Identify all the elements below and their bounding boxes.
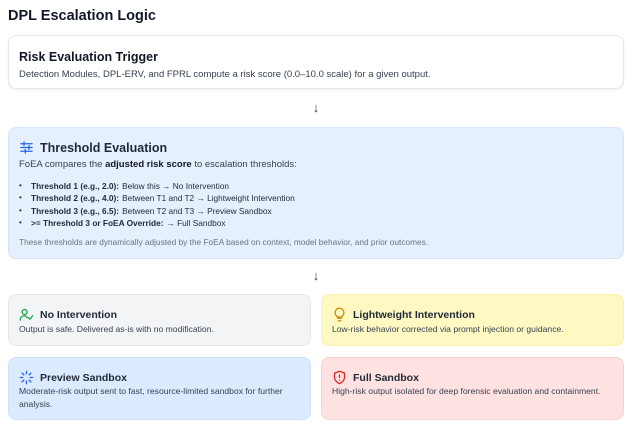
risk-evaluation-trigger-card: Risk Evaluation Trigger Detection Module…: [8, 35, 624, 89]
loader-icon: [19, 370, 34, 385]
list-item: • Threshold 2 (e.g., 4.0): Between T1 and …: [19, 193, 295, 204]
threshold-title: Threshold Evaluation: [40, 140, 168, 155]
outcome-title: Full Sandbox: [353, 371, 419, 384]
list-item: • Threshold 1 (e.g., 2.0): Below this → No…: [19, 181, 230, 191]
threshold-list: • Threshold 1 (e.g., 2.0): Below this → No…: [19, 180, 295, 229]
outcome-description: Output is safe. Delivered as-is with no …: [19, 324, 214, 334]
trigger-title: Risk Evaluation Trigger: [19, 50, 158, 64]
shield-alert-icon: [332, 370, 347, 385]
outcome-title: Lightweight Intervention: [353, 308, 475, 321]
list-item: • >= Threshold 3 or FoEA Override: → Full …: [19, 217, 226, 228]
user-check-icon: [19, 307, 34, 322]
sliders-icon: [19, 140, 34, 155]
list-item: • Threshold 3 (e.g., 6.5): Between T2 and …: [19, 205, 272, 216]
trigger-description: Detection Modules, DPL-ERV, and FPRL com…: [19, 69, 431, 80]
outcome-lightweight-intervention: Lightweight Intervention Low-risk behavi…: [321, 294, 624, 346]
outcome-description: Low-risk behavior corrected via prompt i…: [332, 324, 564, 334]
threshold-evaluation-card: Threshold Evaluation FoEA compares the a…: [8, 127, 624, 259]
threshold-intro: FoEA compares the adjusted risk score to…: [19, 159, 297, 170]
outcome-full-sandbox: Full Sandbox High-risk output isolated f…: [321, 357, 624, 420]
down-arrow-icon: ↓: [312, 268, 320, 283]
outcome-description: High-risk output isolated for deep foren…: [332, 386, 601, 396]
outcome-description: Moderate-risk output sent to fast, resou…: [19, 386, 283, 409]
threshold-note: These thresholds are dynamically adjuste…: [19, 237, 429, 247]
outcome-no-intervention: No Intervention Output is safe. Delivere…: [8, 294, 311, 346]
down-arrow-icon: ↓: [312, 100, 320, 115]
lightbulb-icon: [332, 307, 347, 322]
outcome-title: Preview Sandbox: [40, 371, 127, 384]
page-title: DPL Escalation Logic: [8, 8, 156, 24]
outcome-title: No Intervention: [40, 308, 118, 321]
outcome-preview-sandbox: Preview Sandbox Moderate-risk output sen…: [8, 357, 311, 420]
